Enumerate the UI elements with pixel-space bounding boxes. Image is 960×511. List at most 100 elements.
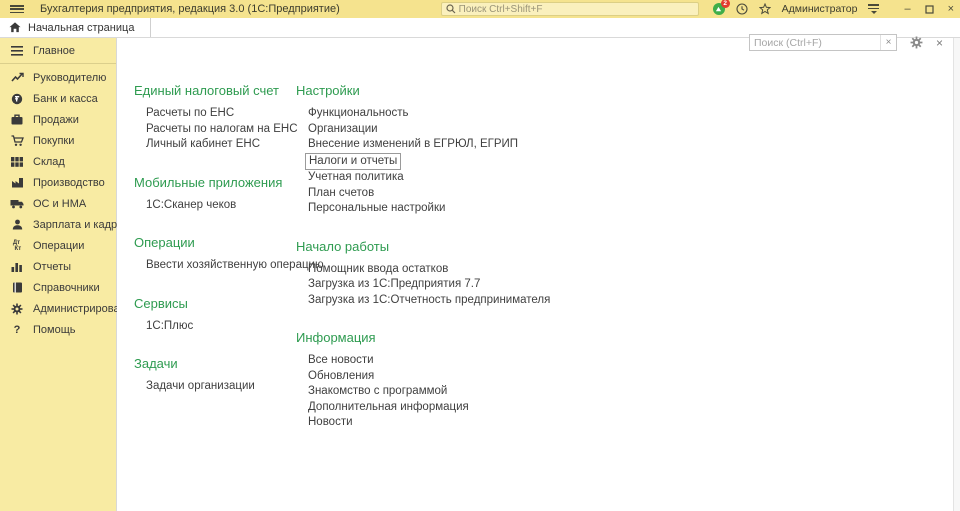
link-raschety-po-nalogam-na-ens[interactable]: Расчеты по налогам на ЕНС xyxy=(146,122,298,138)
question-icon: ? xyxy=(10,323,24,337)
link-vse-novosti[interactable]: Все новости xyxy=(308,353,374,369)
section-heading[interactable]: Сервисы xyxy=(134,296,296,311)
sidebar-item-label: Справочники xyxy=(33,282,100,294)
section-heading[interactable]: Информация xyxy=(296,330,953,345)
global-search[interactable] xyxy=(441,2,699,16)
sidebar-item-label: ОС и НМА xyxy=(33,198,86,210)
link-organizacii[interactable]: Организации xyxy=(308,122,378,138)
sidebar-item-rukovoditelyu[interactable]: Руководителю xyxy=(0,67,116,88)
link-znakomstvo-s-programmoi[interactable]: Знакомство с программой xyxy=(308,384,447,400)
window-title: Бухгалтерия предприятия, редакция 3.0 (1… xyxy=(40,3,340,15)
section-services: Сервисы 1С:Плюс xyxy=(134,296,296,335)
panel-search[interactable]: × xyxy=(749,34,897,51)
link-vnesenie-izmenenii-egrul-egrip[interactable]: Внесение изменений в ЕГРЮЛ, ЕГРИП xyxy=(308,137,518,153)
close-window-icon[interactable]: × xyxy=(948,4,954,15)
sidebar-item-label: Главное xyxy=(33,45,75,57)
link-zadachi-organizacii[interactable]: Задачи организации xyxy=(146,379,255,395)
link-plan-schetov[interactable]: План счетов xyxy=(308,186,374,202)
link-lichnyi-kabinet-ens[interactable]: Личный кабинет ЕНС xyxy=(146,137,260,153)
menu-icon xyxy=(10,44,24,58)
links-column-1: Единый налоговый счет Расчеты по ЕНС Рас… xyxy=(134,83,296,453)
sidebar-item-administrirovanie[interactable]: Администрирование xyxy=(0,298,116,319)
link-funkcionalnost[interactable]: Функциональность xyxy=(308,106,409,122)
sidebar-item-prodazhi[interactable]: Продажи xyxy=(0,109,116,130)
notifications-icon[interactable]: 2 xyxy=(713,3,725,15)
sidebar-item-label: Продажи xyxy=(33,114,79,126)
sidebar-item-bank-i-kassa[interactable]: Банк и касса xyxy=(0,88,116,109)
app-window: Бухгалтерия предприятия, редакция 3.0 (1… xyxy=(0,0,960,511)
vertical-scrollbar[interactable] xyxy=(953,38,960,511)
link-nalogi-i-otchety[interactable]: Налоги и отчеты xyxy=(305,153,401,171)
sidebar-item-sklad[interactable]: Склад xyxy=(0,151,116,172)
section-heading[interactable]: Единый налоговый счет xyxy=(134,83,296,98)
tab-label: Начальная страница xyxy=(28,22,134,34)
sidebar-item-pomosch[interactable]: ? Помощь xyxy=(0,319,116,340)
sidebar-item-operacii[interactable]: Дт Кт Операции xyxy=(0,235,116,256)
sidebar-item-os-i-nma[interactable]: ОС и НМА xyxy=(0,193,116,214)
section-settings: Настройки Функциональность Организации В… xyxy=(296,83,953,217)
briefcase-icon xyxy=(10,113,24,127)
section-heading[interactable]: Начало работы xyxy=(296,239,953,254)
links-column-2: Настройки Функциональность Организации В… xyxy=(296,83,953,453)
link-raschety-po-ens[interactable]: Расчеты по ЕНС xyxy=(146,106,234,122)
sidebar-item-glavnoe[interactable]: Главное xyxy=(0,40,116,61)
link-novosti[interactable]: Новости xyxy=(308,415,353,431)
person-icon xyxy=(10,218,24,232)
trend-icon xyxy=(10,71,24,85)
search-icon xyxy=(446,4,456,14)
sidebar-item-label: Покупки xyxy=(33,135,74,147)
sidebar-item-label: Операции xyxy=(33,240,84,252)
sidebar-item-pokupki[interactable]: Покупки xyxy=(0,130,116,151)
panel-settings-gear-icon[interactable] xyxy=(910,36,923,49)
global-search-input[interactable] xyxy=(459,4,694,15)
section-information: Информация Все новости Обновления Знаком… xyxy=(296,330,953,431)
panel-tools: × × xyxy=(749,34,943,51)
section-getting-started: Начало работы Помощник ввода остатков За… xyxy=(296,239,953,309)
section-mobile-apps: Мобильные приложения 1С:Сканер чеков xyxy=(134,175,296,214)
link-1c-plus[interactable]: 1С:Плюс xyxy=(146,319,193,335)
bar-chart-icon xyxy=(10,260,24,274)
section-ens: Единый налоговый счет Расчеты по ЕНС Рас… xyxy=(134,83,296,153)
link-pomoschnik-vvoda-ostatkov[interactable]: Помощник ввода остатков xyxy=(308,262,448,278)
link-dopolnitelnaya-informaciya[interactable]: Дополнительная информация xyxy=(308,400,469,416)
clear-search-icon[interactable]: × xyxy=(880,35,896,50)
link-zagruzka-iz-1c-77[interactable]: Загрузка из 1С:Предприятия 7.7 xyxy=(308,277,480,293)
notification-badge: 2 xyxy=(721,0,730,8)
panel-search-input[interactable] xyxy=(750,35,880,50)
minimize-icon[interactable]: – xyxy=(904,4,910,15)
sidebar-item-label: Зарплата и кадры xyxy=(33,219,125,231)
service-menu-icon[interactable] xyxy=(868,4,879,14)
link-zagruzka-iz-1c-otchetnost[interactable]: Загрузка из 1С:Отчетность предпринимател… xyxy=(308,293,550,309)
cart-icon xyxy=(10,134,24,148)
sidebar-item-zarplata-i-kadry[interactable]: Зарплата и кадры xyxy=(0,214,116,235)
sidebar-item-proizvodstvo[interactable]: Производство xyxy=(0,172,116,193)
section-heading[interactable]: Задачи xyxy=(134,356,296,371)
maximize-icon[interactable] xyxy=(925,5,934,14)
section-heading[interactable]: Мобильные приложения xyxy=(134,175,296,190)
home-icon xyxy=(9,22,21,33)
history-icon[interactable] xyxy=(736,3,748,15)
sidebar-item-spravochniki[interactable]: Справочники xyxy=(0,277,116,298)
main-menu-icon[interactable] xyxy=(10,3,24,15)
sidebar-item-otchety[interactable]: Отчеты xyxy=(0,256,116,277)
dtkt-icon: Дт Кт xyxy=(10,239,24,253)
current-user[interactable]: Администратор xyxy=(782,3,858,15)
titlebar: Бухгалтерия предприятия, редакция 3.0 (1… xyxy=(0,0,960,18)
tab-home-page[interactable]: Начальная страница xyxy=(0,18,151,37)
start-page-panel: × × Единый налоговый счет Расчеты по ЕНС… xyxy=(117,38,953,511)
link-personalnye-nastroiki[interactable]: Персональные настройки xyxy=(308,201,445,217)
favorites-star-icon[interactable] xyxy=(759,3,771,15)
section-heading[interactable]: Настройки xyxy=(296,83,953,98)
truck-icon xyxy=(10,197,24,211)
link-obnovleniya[interactable]: Обновления xyxy=(308,369,374,385)
section-heading[interactable]: Операции xyxy=(134,235,296,250)
sidebar-item-label: Помощь xyxy=(33,324,76,336)
link-uchetnaya-politika[interactable]: Учетная политика xyxy=(308,170,404,186)
sidebar-item-label: Банк и касса xyxy=(33,93,98,105)
gear-icon xyxy=(10,302,24,316)
section-operations: Операции Ввести хозяйственную операцию xyxy=(134,235,296,274)
link-1c-skaner-chekov[interactable]: 1С:Сканер чеков xyxy=(146,198,236,214)
book-icon xyxy=(10,281,24,295)
sidebar-item-label: Производство xyxy=(33,177,105,189)
close-panel-icon[interactable]: × xyxy=(936,37,943,49)
